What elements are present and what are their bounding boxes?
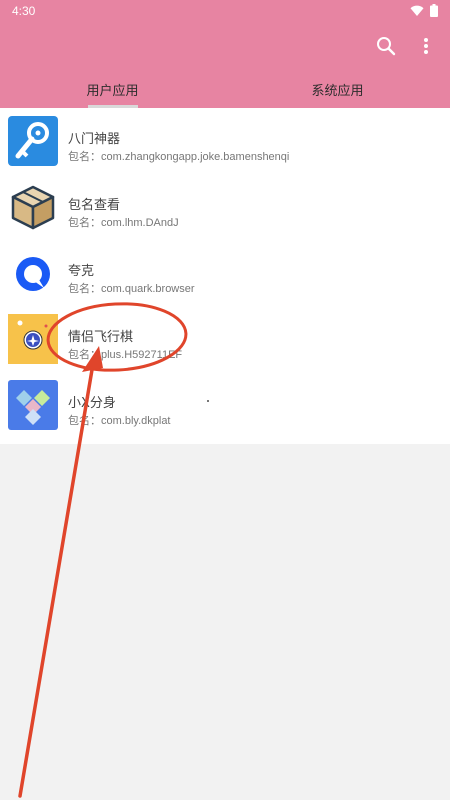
more-vert-icon: [424, 38, 428, 54]
status-icons: [410, 4, 438, 17]
app-name: 夸克: [68, 264, 95, 279]
app-name: 八门神器: [68, 132, 121, 147]
package-label: 包名：: [68, 348, 101, 361]
toolbar-actions: [372, 32, 440, 60]
tab-system-apps-label: 系统应用: [311, 83, 364, 99]
app-header: 4:30 用户应用 系统应用: [0, 0, 450, 108]
package-value: com.bly.dkplat: [101, 415, 171, 427]
search-icon: [377, 37, 396, 56]
app-list-item[interactable]: 八门神器 包名：com.zhangkongapp.joke.bamenshenq…: [0, 108, 450, 174]
app-name: 包名查看: [68, 198, 121, 213]
battery-icon: [430, 4, 438, 17]
app-list-item[interactable]: 夸克 包名：com.quark.browser: [0, 240, 450, 306]
more-options-button[interactable]: [412, 32, 440, 60]
app-package: 包名：com.bly.dkplat: [68, 412, 171, 428]
app-list-item[interactable]: 情侣飞行棋 包名：plus.H592711EF: [0, 306, 450, 372]
package-label: 包名：: [68, 282, 101, 295]
tab-user-apps[interactable]: 用户应用: [0, 70, 225, 108]
search-button[interactable]: [372, 32, 400, 60]
wifi-icon: [410, 5, 424, 16]
app-name: 小X分身: [68, 396, 116, 411]
package-value: com.lhm.DAndJ: [101, 217, 179, 229]
app-list: 八门神器 包名：com.zhangkongapp.joke.bamenshenq…: [0, 108, 450, 444]
status-bar: 4:30: [0, 0, 450, 22]
package-label: 包名：: [68, 216, 101, 229]
app-package: 包名：com.lhm.DAndJ: [68, 214, 179, 230]
app-package: 包名：com.quark.browser: [68, 280, 195, 296]
package-label: 包名：: [68, 414, 101, 427]
stray-dot: [207, 400, 209, 402]
box-icon: [8, 182, 58, 232]
quark-icon: [8, 248, 58, 298]
package-value: plus.H592711EF: [101, 349, 183, 361]
package-value: com.zhangkongapp.joke.bamenshenqi: [101, 151, 290, 163]
status-time: 4:30: [12, 4, 36, 18]
tab-system-apps[interactable]: 系统应用: [225, 70, 450, 108]
app-list-item[interactable]: 包名查看 包名：com.lhm.DAndJ: [0, 174, 450, 240]
diamond-tiles-icon: [8, 380, 58, 430]
package-label: 包名：: [68, 150, 101, 163]
tab-bar: 用户应用 系统应用: [0, 70, 450, 108]
app-package: 包名：com.zhangkongapp.joke.bamenshenqi: [68, 148, 289, 164]
flight-chess-icon: [8, 314, 58, 364]
package-value: com.quark.browser: [101, 283, 195, 295]
app-package: 包名：plus.H592711EF: [68, 346, 182, 362]
tab-user-apps-label: 用户应用: [86, 83, 139, 99]
key-wrench-icon: [8, 116, 58, 166]
app-list-item[interactable]: 小X分身 包名：com.bly.dkplat: [0, 372, 450, 438]
app-name: 情侣飞行棋: [68, 330, 134, 345]
